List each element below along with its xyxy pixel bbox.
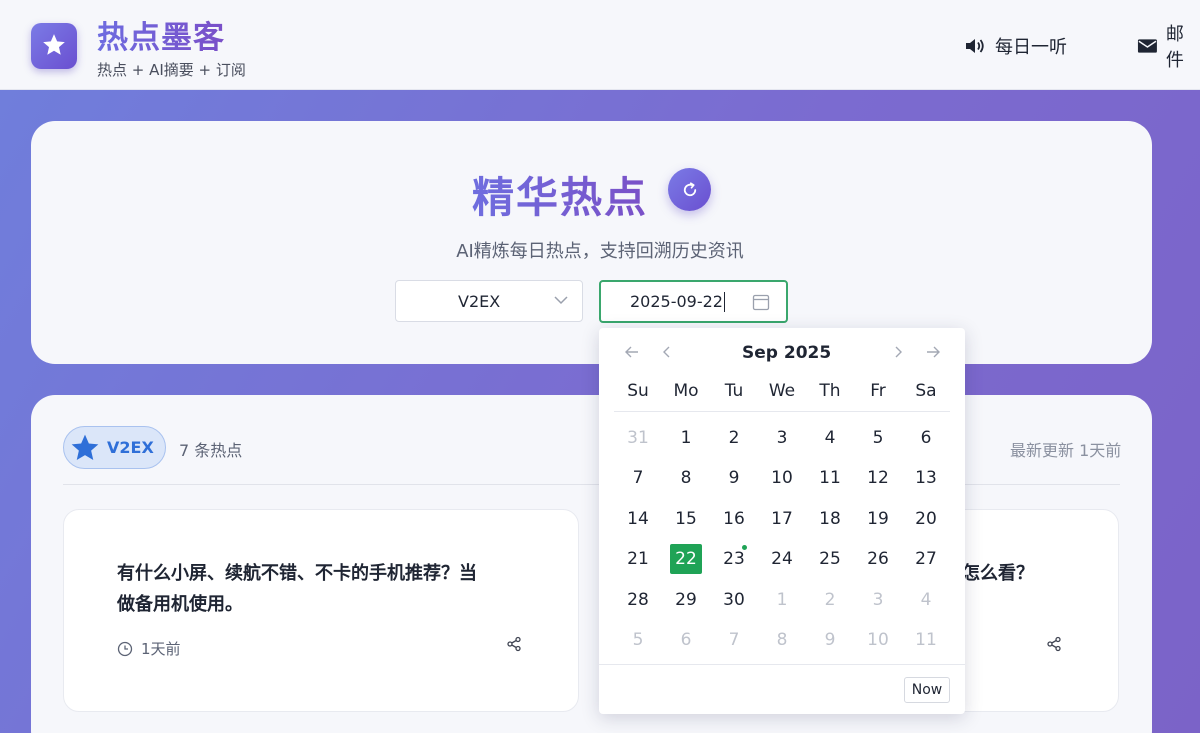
day-cell[interactable]: 13	[910, 463, 942, 493]
day-cell[interactable]: 31	[622, 423, 654, 453]
share-icon[interactable]	[506, 636, 522, 652]
day-cell[interactable]: 17	[766, 504, 798, 534]
day-cell[interactable]: 5	[862, 423, 894, 453]
day-cell[interactable]: 27	[910, 544, 942, 574]
nav-daily-listen[interactable]: 每日一听	[965, 34, 1067, 58]
day-cell[interactable]: 9	[814, 625, 846, 655]
day-cell[interactable]: 9	[718, 463, 750, 493]
weekday-label: Su	[627, 381, 649, 401]
refresh-icon	[683, 181, 696, 196]
nav-mail[interactable]: 邮件	[1137, 24, 1200, 71]
star-icon	[71, 434, 99, 460]
day-cell[interactable]: 11	[814, 463, 846, 493]
day-cell[interactable]: 14	[622, 504, 654, 534]
day-cell[interactable]: 1	[670, 423, 702, 453]
day-cell[interactable]: 8	[670, 463, 702, 493]
weekday-label: Sa	[915, 381, 937, 401]
news-title-line: 有什么小屏、续航不错、不卡的手机推荐？当	[117, 563, 477, 584]
news-time: 1天前	[117, 638, 181, 659]
prev-year-arrow-icon[interactable]	[624, 344, 640, 360]
now-button[interactable]: Now	[904, 677, 950, 703]
news-title[interactable]: 怎么看？	[962, 558, 1034, 589]
text-caret	[723, 291, 725, 312]
date-input-value: 2025-09-22	[630, 292, 723, 311]
day-cell[interactable]: 3	[766, 423, 798, 453]
day-cell[interactable]: 3	[862, 585, 894, 615]
day-cell[interactable]: 10	[862, 625, 894, 655]
day-cell[interactable]: 4	[910, 585, 942, 615]
next-year-arrow-icon[interactable]	[925, 344, 941, 360]
speaker-icon	[966, 39, 984, 53]
day-cell[interactable]: 11	[910, 625, 942, 655]
day-cell[interactable]: 1	[766, 585, 798, 615]
page-subtitle: AI精炼每日热点，支持回溯历史资讯	[456, 241, 744, 262]
news-title[interactable]: 有什么小屏、续航不错、不卡的手机推荐？当 做备用机使用。	[117, 558, 477, 620]
hot-count: 7 条热点	[179, 441, 243, 460]
refresh-button[interactable]	[668, 168, 711, 211]
brand-subtitle: 热点 + AI摘要 + 订阅	[97, 61, 246, 79]
day-cell[interactable]: 24	[766, 544, 798, 574]
nav-daily-listen-label: 每日一听	[995, 37, 1067, 58]
month-title[interactable]: Sep 2025	[742, 343, 831, 363]
logo[interactable]	[31, 23, 77, 69]
weekday-label: We	[768, 381, 796, 401]
day-cell[interactable]: 6	[670, 625, 702, 655]
source-select[interactable]: V2EX	[395, 280, 583, 322]
divider	[599, 664, 965, 665]
day-cell[interactable]: 6	[910, 423, 942, 453]
source-badge[interactable]: V2EX	[63, 426, 166, 469]
day-cell[interactable]: 4	[814, 423, 846, 453]
day-cell[interactable]: 21	[622, 544, 654, 574]
day-cell[interactable]: 2	[814, 585, 846, 615]
share-icon[interactable]	[1046, 636, 1062, 652]
weekday-label: Mo	[673, 381, 699, 401]
day-cell[interactable]: 19	[862, 504, 894, 534]
day-cell[interactable]: 28	[622, 585, 654, 615]
day-cell[interactable]: 26	[862, 544, 894, 574]
day-cell[interactable]: 8	[766, 625, 798, 655]
day-cell[interactable]: 10	[766, 463, 798, 493]
calendar-icon	[752, 294, 770, 311]
day-cell[interactable]: 29	[670, 585, 702, 615]
star-icon	[43, 34, 65, 55]
today-indicator	[742, 545, 747, 550]
date-input[interactable]: 2025-09-22	[599, 280, 788, 323]
day-cell[interactable]: 2	[718, 423, 750, 453]
prev-month-chevron-icon[interactable]	[661, 344, 673, 360]
day-cell[interactable]: 15	[670, 504, 702, 534]
next-month-chevron-icon[interactable]	[892, 344, 904, 360]
day-cell[interactable]: 5	[622, 625, 654, 655]
brand-title: 热点墨客	[97, 12, 225, 57]
source-select-value: V2EX	[458, 291, 501, 311]
mail-icon	[1137, 39, 1157, 53]
weekday-label: Fr	[870, 381, 886, 401]
clock-icon	[117, 641, 133, 656]
source-badge-label: V2EX	[107, 438, 154, 457]
day-cell[interactable]: 7	[718, 625, 750, 655]
day-cell[interactable]: 7	[622, 463, 654, 493]
chevron-down-icon	[554, 296, 568, 305]
selected-day-cell[interactable]: 22	[670, 544, 702, 575]
divider	[614, 411, 950, 412]
day-cell[interactable]: 18	[814, 504, 846, 534]
day-cell[interactable]: 20	[910, 504, 942, 534]
day-cell[interactable]: 12	[862, 463, 894, 493]
news-time-label: 1天前	[141, 640, 181, 658]
weekday-label: Tu	[724, 381, 744, 401]
page-title: 精华热点	[472, 164, 648, 225]
news-title-line: 做备用机使用。	[117, 594, 243, 615]
day-cell[interactable]: 30	[718, 585, 750, 615]
day-cell[interactable]: 16	[718, 504, 750, 534]
day-cell[interactable]: 25	[814, 544, 846, 574]
weekday-label: Th	[819, 381, 841, 401]
nav-mail-label: 邮件	[1165, 24, 1184, 71]
last-updated: 最新更新 1天前	[1010, 441, 1122, 460]
